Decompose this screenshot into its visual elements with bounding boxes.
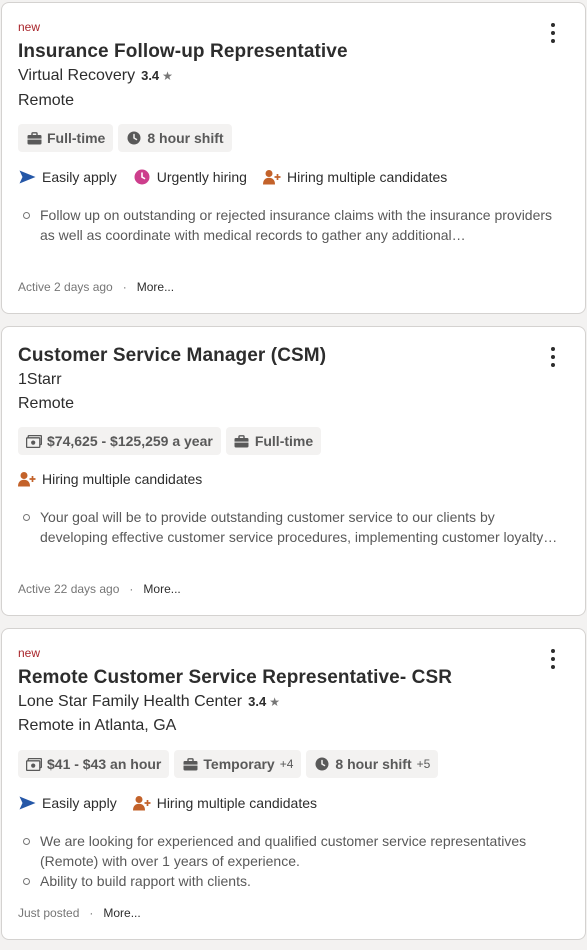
- job-card[interactable]: new Insurance Follow-up Representative V…: [1, 2, 586, 314]
- job-card[interactable]: new Remote Customer Service Representati…: [1, 628, 586, 940]
- job-snippet: Your goal will be to provide outstanding…: [20, 507, 560, 547]
- job-type-pill: Full-time: [225, 427, 322, 455]
- money-icon: [26, 433, 42, 449]
- posted-date: Just posted: [18, 906, 80, 920]
- separator-dot: ·: [129, 582, 134, 596]
- attribute-label: Hiring multiple candidates: [156, 795, 318, 811]
- salary-pill: $74,625 - $125,259 a year: [18, 427, 221, 455]
- clock-icon: [126, 130, 142, 146]
- job-location: Remote in Atlanta, GA: [18, 717, 177, 734]
- salary-pill: $41 - $43 an hour: [18, 750, 170, 778]
- pill-label: 8 hour shift: [335, 756, 412, 772]
- job-location: Remote: [18, 92, 75, 109]
- easily-apply-attribute: Easily apply: [18, 168, 117, 186]
- company-rating: 3.4: [141, 68, 160, 83]
- pill-extra-count: +4: [279, 757, 294, 771]
- briefcase-icon: [234, 433, 250, 449]
- job-footer: Active 22 days ago · More...: [18, 582, 181, 596]
- company-line: Lone Star Family Health Center 3.4 ★: [18, 693, 280, 711]
- attribute-label: Easily apply: [42, 169, 117, 185]
- snippet-bullet: Follow up on outstanding or rejected ins…: [20, 205, 560, 245]
- briefcase-icon: [26, 130, 42, 146]
- snippet-bullet: We are looking for experienced and quali…: [20, 831, 560, 871]
- job-type-pill: Temporary +4: [174, 750, 302, 778]
- company-rating: 3.4: [248, 694, 267, 709]
- more-link[interactable]: More...: [103, 906, 140, 920]
- job-title[interactable]: Remote Customer Service Representative- …: [18, 667, 452, 689]
- clock-icon: [314, 756, 330, 772]
- company-name[interactable]: 1Starr: [18, 371, 62, 389]
- shift-pill: 8 hour shift +5: [306, 750, 439, 778]
- hiring-multiple-attribute: Hiring multiple candidates: [262, 168, 448, 186]
- company-name[interactable]: Virtual Recovery: [18, 67, 135, 84]
- more-options-icon[interactable]: [543, 649, 563, 669]
- more-link[interactable]: More...: [137, 280, 174, 294]
- snippet-bullet: Your goal will be to provide outstanding…: [20, 507, 560, 547]
- job-attributes: Easily apply Urgently hiring Hiring mult…: [18, 168, 447, 186]
- more-options-icon[interactable]: [543, 23, 563, 43]
- job-title[interactable]: Customer Service Manager (CSM): [18, 345, 326, 367]
- new-label: new: [18, 20, 41, 34]
- job-snippet: Follow up on outstanding or rejected ins…: [20, 205, 560, 245]
- job-card[interactable]: Customer Service Manager (CSM) 1Starr Re…: [1, 326, 586, 616]
- job-footer: Active 2 days ago · More...: [18, 280, 174, 294]
- posted-date: Active 2 days ago: [18, 280, 113, 294]
- more-link[interactable]: More...: [143, 582, 180, 596]
- more-options-icon[interactable]: [543, 347, 563, 367]
- urgent-clock-icon: [133, 168, 151, 186]
- job-attributes: Hiring multiple candidates: [18, 470, 202, 488]
- company-name[interactable]: Lone Star Family Health Center: [18, 693, 242, 710]
- separator-dot: ·: [122, 280, 127, 294]
- job-snippet: We are looking for experienced and quali…: [20, 831, 560, 891]
- job-metadata: $74,625 - $125,259 a year Full-time: [18, 427, 322, 455]
- add-person-icon: [18, 470, 36, 488]
- pill-label: Full-time: [47, 130, 106, 146]
- job-footer: Just posted · More...: [18, 906, 141, 920]
- job-metadata: $41 - $43 an hour Temporary +4 8 hour sh…: [18, 750, 439, 778]
- job-attributes: Easily apply Hiring multiple candidates: [18, 794, 317, 812]
- send-arrow-icon: [18, 168, 36, 186]
- posted-date: Active 22 days ago: [18, 582, 120, 596]
- urgently-hiring-attribute: Urgently hiring: [133, 168, 247, 186]
- star-icon: ★: [269, 695, 280, 709]
- hiring-multiple-attribute: Hiring multiple candidates: [132, 794, 318, 812]
- pill-label: Full-time: [254, 433, 314, 449]
- easily-apply-attribute: Easily apply: [18, 794, 117, 812]
- attribute-label: Hiring multiple candidates: [42, 471, 203, 487]
- money-icon: [26, 756, 42, 772]
- pill-label: Temporary: [203, 756, 275, 772]
- hiring-multiple-attribute: Hiring multiple candidates: [18, 470, 202, 488]
- add-person-icon: [132, 794, 151, 812]
- pill-label: $41 - $43 an hour: [47, 756, 162, 772]
- pill-label: $74,625 - $125,259 a year: [47, 433, 213, 449]
- star-icon: ★: [162, 69, 173, 83]
- job-type-pill: Full-time: [18, 124, 114, 152]
- new-label: new: [18, 646, 41, 660]
- attribute-label: Urgently hiring: [156, 169, 247, 185]
- attribute-label: Easily apply: [42, 795, 117, 811]
- pill-extra-count: +5: [416, 757, 431, 771]
- job-metadata: Full-time 8 hour shift: [18, 124, 232, 152]
- shift-pill: 8 hour shift: [118, 124, 232, 152]
- pill-label: 8 hour shift: [147, 130, 224, 146]
- snippet-bullet: Ability to build rapport with clients.: [20, 871, 560, 891]
- add-person-icon: [262, 168, 281, 186]
- send-arrow-icon: [18, 794, 36, 812]
- briefcase-icon: [182, 756, 198, 772]
- separator-dot: ·: [89, 906, 94, 920]
- job-title[interactable]: Insurance Follow-up Representative: [18, 41, 348, 63]
- attribute-label: Hiring multiple candidates: [286, 169, 448, 185]
- company-line: Virtual Recovery 3.4 ★: [18, 67, 173, 85]
- job-location: Remote: [18, 395, 75, 412]
